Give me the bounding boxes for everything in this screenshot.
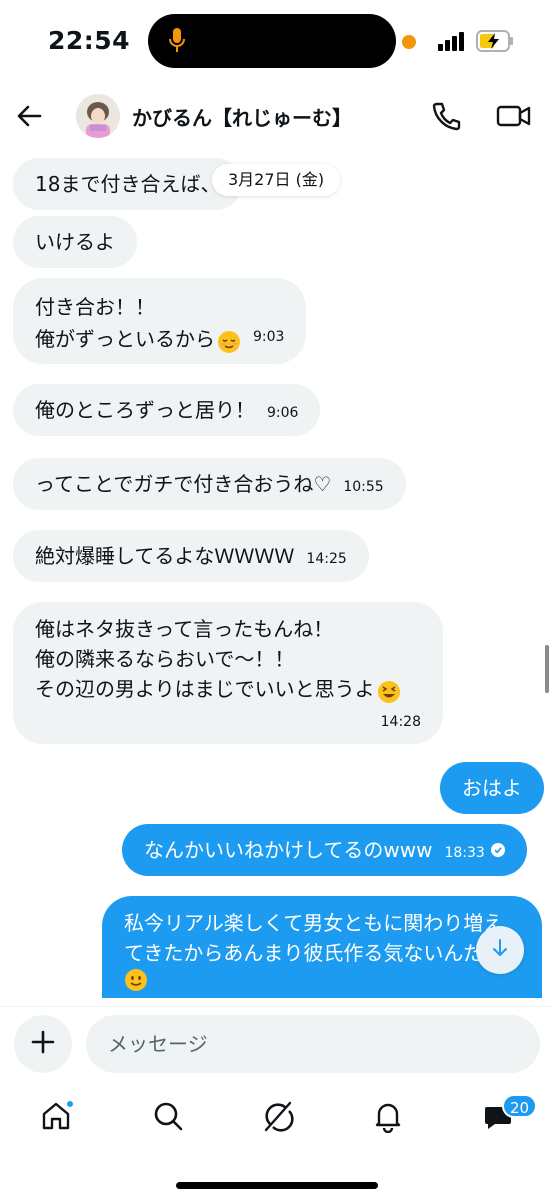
conversation-header: かびるん【れじゅーむ】 bbox=[0, 84, 554, 150]
message-list[interactable]: 18まで付き合えば、 3月27日 (金) いけるよ 付き合お！！ 俺がずっといる… bbox=[0, 150, 554, 998]
messages-unread-badge: 20 bbox=[502, 1094, 538, 1118]
contact-name[interactable]: かびるん【れじゅーむ】 bbox=[132, 102, 352, 131]
message-text-line: その辺の男よりはまじでいいと思うよ bbox=[35, 676, 375, 701]
signal-icon bbox=[438, 31, 466, 55]
message-text-line: 私今リアル楽しくて男女ともに関わり増え bbox=[124, 911, 504, 935]
message-text-line: 俺がずっといるから bbox=[35, 327, 215, 351]
home-indicator bbox=[176, 1182, 378, 1189]
read-receipt-check-icon bbox=[490, 843, 505, 857]
message-timestamp: 10:55 bbox=[343, 479, 384, 495]
microphone-icon bbox=[168, 26, 186, 60]
search-icon bbox=[151, 1099, 185, 1137]
home-notification-dot bbox=[66, 1100, 74, 1108]
bottom-tab-bar: 20 bbox=[0, 1084, 554, 1154]
privacy-indicator-dot bbox=[402, 35, 416, 49]
message-timestamp: 14:25 bbox=[306, 551, 347, 567]
message-timestamp: 9:06 bbox=[267, 405, 299, 421]
message-bubble-incoming[interactable]: ってことでガチで付き合おうね♡ 10:55 bbox=[13, 458, 406, 510]
message-composer bbox=[0, 1006, 554, 1078]
tab-search[interactable] bbox=[148, 1098, 188, 1138]
grok-icon bbox=[261, 1099, 295, 1137]
message-text: おはよ bbox=[462, 776, 522, 800]
tab-home[interactable] bbox=[36, 1098, 76, 1138]
tab-grok[interactable] bbox=[258, 1098, 298, 1138]
plus-icon bbox=[30, 1029, 56, 1059]
back-arrow-icon[interactable] bbox=[12, 98, 48, 134]
message-bubble-incoming[interactable]: 俺はネタ抜きって言ったもんね！ 俺の隣来るならおいで〜！！ その辺の男よりはまじ… bbox=[13, 602, 443, 744]
status-bar: 22:54 bbox=[0, 0, 554, 84]
status-time: 22:54 bbox=[48, 26, 131, 55]
bell-icon bbox=[371, 1099, 405, 1137]
grinning-squinting-face-emoji-icon bbox=[377, 680, 401, 704]
message-text-line: 付き合お！！ bbox=[35, 295, 155, 319]
contact-avatar[interactable] bbox=[76, 94, 120, 138]
video-camera-icon[interactable] bbox=[494, 98, 534, 134]
message-text: なんかいいねかけしてるのwww bbox=[144, 838, 433, 862]
message-timestamp: 9:03 bbox=[253, 329, 285, 345]
message-bubble-incoming[interactable]: 18まで付き合えば、 bbox=[13, 158, 243, 210]
message-bubble-incoming[interactable]: 付き合お！！ 俺がずっといるから 9:03 bbox=[13, 278, 307, 364]
message-text-line: 俺の隣来るならおいで〜！！ bbox=[35, 646, 295, 671]
scrollbar[interactable] bbox=[545, 645, 549, 693]
message-input[interactable] bbox=[86, 1015, 540, 1073]
relieved-face-emoji-icon bbox=[217, 330, 241, 354]
phone-icon[interactable] bbox=[428, 98, 464, 134]
message-bubble-outgoing[interactable]: おはよ bbox=[440, 762, 544, 814]
message-text: 絶対爆睡してるよなＷＷＷＷ bbox=[35, 544, 295, 568]
arrow-down-icon bbox=[489, 937, 511, 963]
battery-charging-icon bbox=[476, 30, 514, 56]
dynamic-island bbox=[148, 14, 396, 68]
add-attachment-button[interactable] bbox=[14, 1015, 72, 1073]
message-timestamp: 14:28 bbox=[380, 713, 421, 730]
slightly-smiling-face-emoji-icon bbox=[124, 968, 148, 992]
date-separator: 3月27日 (金) bbox=[212, 164, 341, 196]
message-bubble-incoming[interactable]: 絶対爆睡してるよなＷＷＷＷ 14:25 bbox=[13, 530, 369, 582]
message-text-line: 俺はネタ抜きって言ったもんね！ bbox=[35, 616, 334, 641]
tab-notifications[interactable] bbox=[368, 1098, 408, 1138]
message-bubble-incoming[interactable]: いけるよ bbox=[13, 216, 137, 268]
message-bubble-incoming[interactable]: 俺のところずっと居り！ 9:06 bbox=[13, 384, 321, 436]
message-timestamp: 18:33 bbox=[444, 845, 485, 861]
message-bubble-outgoing[interactable]: なんかいいねかけしてるのwww 18:33 bbox=[122, 824, 527, 876]
message-text: ってことでガチで付き合おうね♡ bbox=[35, 472, 332, 496]
scroll-to-bottom-button[interactable] bbox=[476, 926, 524, 974]
message-text: いけるよ bbox=[35, 230, 115, 254]
message-text-line: てきたからあんまり彼氏作る気ないんだ bbox=[124, 941, 484, 965]
message-text: 18まで付き合えば、 bbox=[35, 172, 221, 196]
message-text: 俺のところずっと居り！ bbox=[35, 398, 255, 422]
